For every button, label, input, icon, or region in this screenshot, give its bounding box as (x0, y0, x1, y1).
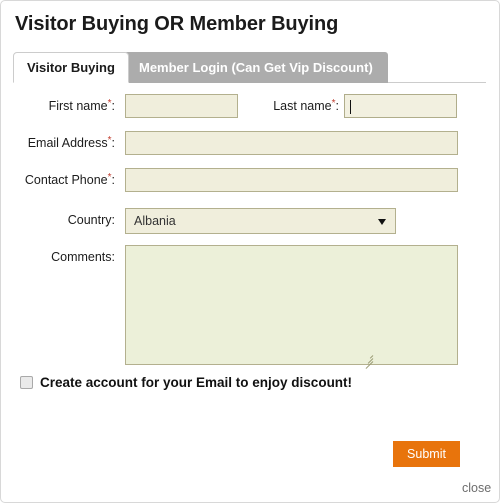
contact-phone-required-asterisk: * (107, 172, 112, 183)
first-name-label-text: First name (48, 99, 108, 113)
comments-textarea[interactable] (125, 245, 458, 365)
email-address-colon: : (111, 136, 115, 150)
close-link[interactable]: close (462, 481, 491, 495)
buying-dialog: Visitor Buying OR Member Buying Visitor … (0, 0, 500, 503)
create-account-label[interactable]: Create account for your Email to enjoy d… (40, 375, 352, 390)
page-title: Visitor Buying OR Member Buying (15, 13, 339, 35)
contact-phone-input[interactable] (125, 168, 458, 192)
email-address-required-asterisk: * (107, 135, 112, 146)
tab-member-login[interactable]: Member Login (Can Get Vip Discount) (124, 52, 388, 83)
email-address-input[interactable] (125, 131, 458, 155)
last-name-colon: : (335, 99, 339, 113)
tab-member-login-label: Member Login (Can Get Vip Discount) (139, 60, 373, 75)
email-address-label-text: Email Address (27, 136, 108, 150)
country-select[interactable]: Albania (125, 208, 396, 234)
contact-phone-label-text: Contact Phone (24, 173, 108, 187)
country-label: Country: (67, 213, 115, 227)
comments-label: Comments: (51, 250, 115, 264)
last-name-required-asterisk: * (331, 98, 336, 109)
last-name-label: Last name*: (247, 98, 339, 113)
create-account-row: Create account for your Email to enjoy d… (20, 375, 352, 390)
create-account-checkbox[interactable] (20, 376, 33, 389)
first-name-colon: : (111, 99, 115, 113)
submit-button[interactable]: Submit (393, 441, 460, 467)
contact-phone-colon: : (111, 173, 115, 187)
contact-phone-label: Contact Phone*: (23, 172, 115, 187)
last-name-label-text: Last name (273, 99, 332, 113)
tab-bar: Visitor Buying Member Login (Can Get Vip… (13, 52, 486, 83)
first-name-input[interactable] (125, 94, 238, 118)
first-name-required-asterisk: * (107, 98, 112, 109)
first-name-label: First name*: (23, 98, 115, 113)
tab-visitor-buying-label: Visitor Buying (27, 60, 115, 75)
last-name-input[interactable] (344, 94, 457, 118)
country-selected-value: Albania (134, 214, 176, 228)
text-cursor-caret (350, 100, 351, 114)
email-address-label: Email Address*: (23, 135, 115, 150)
tab-visitor-buying[interactable]: Visitor Buying (13, 52, 129, 83)
chevron-down-icon (378, 219, 386, 225)
